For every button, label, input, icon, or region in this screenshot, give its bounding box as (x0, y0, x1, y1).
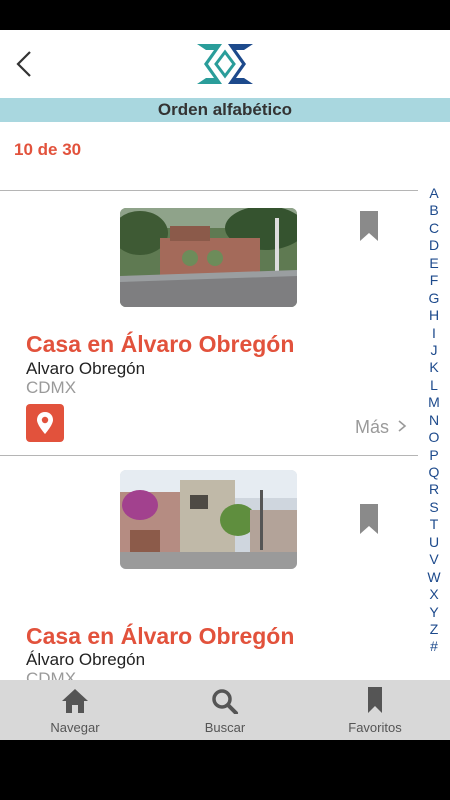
results-count: 10 de 30 (14, 140, 82, 159)
back-button[interactable] (10, 46, 40, 82)
alphabet-index[interactable]: A B C D E F G H I J K L M N O P Q R S T U V W X Y Z # (424, 185, 444, 656)
alphabet-index-letter[interactable]: U (424, 534, 444, 551)
tab-label: Navegar (50, 720, 100, 735)
search-icon (212, 689, 238, 714)
listing-subtitle: Alvaro Obregón (26, 359, 146, 378)
alphabet-index-letter[interactable]: T (424, 516, 444, 533)
listing-card[interactable]: Casa en Álvaro Obregón Alvaro Obregón CD… (0, 191, 418, 456)
alphabet-index-letter[interactable]: K (424, 359, 444, 376)
app-screen: Orden alfabético 10 de 30 Casa en Álvaro… (0, 30, 450, 740)
alphabet-index-letter[interactable]: C (424, 220, 444, 237)
alphabet-index-letter[interactable]: O (424, 429, 444, 446)
alphabet-index-letter[interactable]: Q (424, 464, 444, 481)
bookmark-icon (368, 687, 382, 713)
alphabet-index-letter[interactable]: Y (424, 604, 444, 621)
listing-title[interactable]: Casa en Álvaro Obregón (26, 331, 294, 358)
house-photo-image (120, 208, 297, 307)
home-icon (62, 689, 88, 713)
listing-title[interactable]: Casa en Álvaro Obregón (26, 623, 294, 650)
bookmark-icon[interactable] (360, 211, 378, 241)
alphabet-index-letter[interactable]: B (424, 202, 444, 219)
alphabet-index-letter[interactable]: G (424, 290, 444, 307)
tab-navegar[interactable]: Navegar (0, 680, 150, 740)
alphabet-index-letter[interactable]: I (424, 325, 444, 342)
alphabet-index-letter[interactable]: E (424, 255, 444, 272)
tab-label: Buscar (204, 720, 246, 735)
alphabet-index-letter[interactable]: V (424, 551, 444, 568)
alphabet-index-letter[interactable]: H (424, 307, 444, 324)
map-pin-button[interactable] (26, 404, 64, 442)
alphabet-index-letter[interactable]: # (424, 638, 444, 655)
chevron-left-icon (16, 51, 31, 77)
alphabet-index-letter[interactable]: S (424, 499, 444, 516)
listing-subtitle: Álvaro Obregón (26, 650, 146, 669)
alphabet-index-letter[interactable]: X (424, 586, 444, 603)
alphabet-index-letter[interactable]: R (424, 481, 444, 498)
alphabet-index-letter[interactable]: J (424, 342, 444, 359)
more-label: Más (355, 417, 390, 437)
alphabet-index-letter[interactable]: W (424, 569, 444, 586)
listing-photo[interactable] (120, 470, 297, 569)
top-bar (0, 30, 450, 98)
bookmark-icon[interactable] (360, 504, 378, 534)
alphabet-index-letter[interactable]: L (424, 377, 444, 394)
app-logo (197, 44, 253, 84)
sort-order-bar[interactable]: Orden alfabético (0, 98, 450, 122)
alphabet-index-letter[interactable]: P (424, 447, 444, 464)
alphabet-index-letter[interactable]: N (424, 412, 444, 429)
alphabet-index-letter[interactable]: D (424, 237, 444, 254)
tab-label: Favoritos (348, 720, 402, 735)
listing-card[interactable]: Casa en Álvaro Obregón Álvaro Obregón CD… (0, 456, 418, 734)
alphabet-index-letter[interactable]: Z (424, 621, 444, 638)
bottom-tab-bar: Navegar Buscar Favoritos (0, 680, 450, 740)
alphabet-index-letter[interactable]: M (424, 394, 444, 411)
chevron-right-icon (398, 420, 407, 432)
alphabet-index-letter[interactable]: A (424, 185, 444, 202)
listing-city: CDMX (26, 378, 77, 397)
more-link[interactable]: Más (355, 417, 407, 438)
sort-order-label: Orden alfabético (157, 100, 293, 119)
map-pin-icon (37, 412, 53, 434)
tab-favoritos[interactable]: Favoritos (300, 680, 450, 740)
tab-buscar[interactable]: Buscar (150, 680, 300, 740)
house-photo-image (120, 470, 297, 569)
alphabet-index-letter[interactable]: F (424, 272, 444, 289)
listing-photo[interactable] (120, 208, 297, 307)
